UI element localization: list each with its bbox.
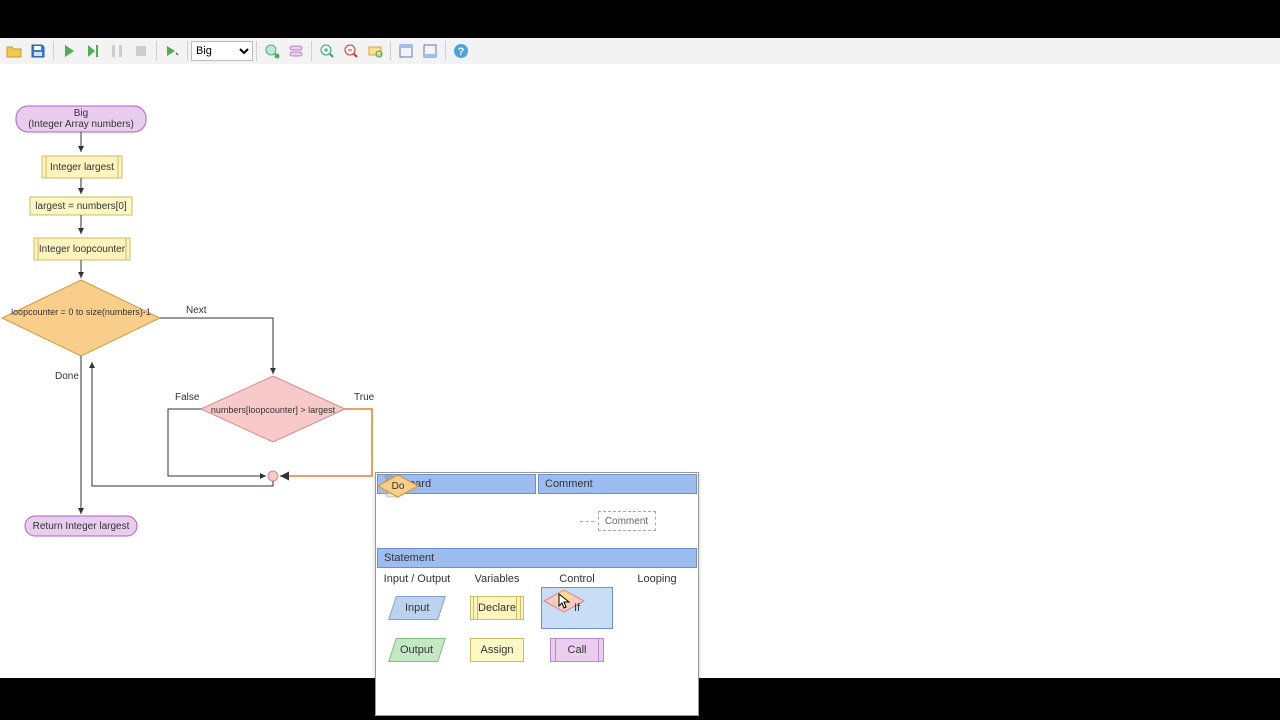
toolbar: Big ? (0, 38, 1280, 65)
add-function-icon[interactable] (261, 40, 283, 62)
flowchart-canvas[interactable]: Big (Integer Array numbers) Integer larg… (0, 64, 1280, 678)
edit-function-icon[interactable] (285, 40, 307, 62)
col-io: Input / Output (378, 573, 456, 585)
palette-statement-header: Statement (377, 548, 697, 568)
svg-text:Big: Big (74, 108, 88, 119)
palette-clipboard-section (376, 495, 537, 547)
layout1-icon[interactable] (395, 40, 417, 62)
svg-text:Do: Do (392, 481, 405, 492)
if-node[interactable]: numbers[loopcounter] > largest (201, 376, 345, 442)
svg-text:numbers[loopcounter] > largest: numbers[loopcounter] > largest (211, 405, 336, 415)
declare-shape[interactable]: Declare (470, 596, 524, 620)
declare-loopcounter-node[interactable]: Integer loopcounter (34, 238, 130, 260)
for-done-label: Done (55, 371, 79, 382)
return-node[interactable]: Return Integer largest (25, 516, 137, 536)
svg-text:loopcounter = 0 to size(number: loopcounter = 0 to size(numbers)-1 (11, 307, 151, 317)
zoom-fit-icon[interactable] (364, 40, 386, 62)
output-shape[interactable]: Output (388, 638, 446, 662)
svg-text:?: ? (458, 46, 465, 58)
col-vars: Variables (458, 573, 536, 585)
stop-icon[interactable] (130, 40, 152, 62)
input-shape[interactable]: Input (388, 596, 446, 620)
declare-largest-node[interactable]: Integer largest (42, 156, 122, 178)
comment-shape[interactable]: Comment (598, 511, 656, 531)
step-icon[interactable] (82, 40, 104, 62)
for-next-label: Next (186, 305, 207, 316)
svg-text:(Integer Array numbers): (Integer Array numbers) (28, 119, 134, 130)
speed-icon[interactable] (161, 40, 183, 62)
col-loop: Looping (618, 573, 696, 585)
play-icon[interactable] (58, 40, 80, 62)
if-true-label: True (354, 392, 375, 403)
for-shape[interactable]: For (635, 637, 679, 663)
video-frame: Big ? Big (Integer Array numbers) (0, 0, 1280, 720)
save-icon[interactable] (27, 40, 49, 62)
do-shape[interactable]: Do (635, 679, 679, 705)
function-select[interactable]: Big (191, 41, 253, 61)
palette-statement-grid: Input / Output Variables Control Looping… (376, 569, 698, 715)
svg-text:largest = numbers[0]: largest = numbers[0] (35, 201, 127, 212)
for-node[interactable]: loopcounter = 0 to size(numbers)-1 (2, 280, 160, 356)
call-shape[interactable]: Call (550, 638, 604, 662)
if-false-label: False (175, 392, 200, 403)
svg-text:Return Integer largest: Return Integer largest (33, 521, 130, 532)
connector-node[interactable] (268, 471, 278, 481)
shape-palette: Clipboard Comment Comment Statement Inpu… (375, 472, 699, 716)
zoom-out-icon[interactable] (340, 40, 362, 62)
palette-comment-header: Comment (538, 474, 697, 494)
open-icon[interactable] (3, 40, 25, 62)
zoom-in-icon[interactable] (316, 40, 338, 62)
pause-icon[interactable] (106, 40, 128, 62)
layout2-icon[interactable] (419, 40, 441, 62)
assign-shape[interactable]: Assign (470, 638, 524, 662)
if-shape[interactable]: If (541, 587, 613, 629)
palette-comment-section: Comment (537, 495, 698, 547)
assign-largest-node[interactable]: largest = numbers[0] (30, 197, 132, 215)
svg-text:Integer loopcounter: Integer loopcounter (39, 244, 126, 255)
start-node[interactable]: Big (Integer Array numbers) (16, 106, 146, 132)
svg-text:Integer largest: Integer largest (50, 162, 114, 173)
cursor-icon (558, 593, 572, 609)
app-window: Big ? Big (Integer Array numbers) (0, 38, 1280, 678)
while-shape[interactable]: While (635, 595, 679, 621)
help-icon[interactable]: ? (450, 40, 472, 62)
col-ctrl: Control (538, 573, 616, 585)
